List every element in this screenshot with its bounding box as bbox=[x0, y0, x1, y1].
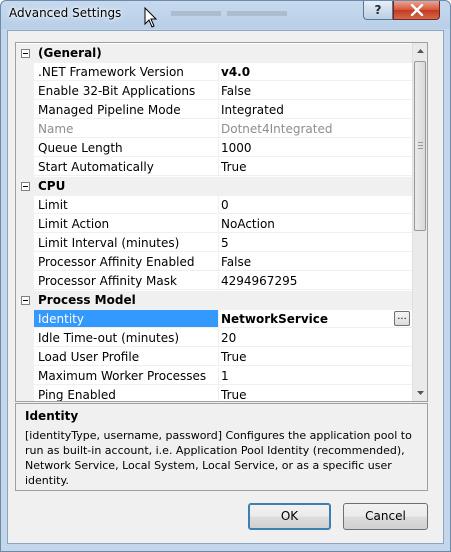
row-margin bbox=[16, 196, 34, 215]
close-button[interactable] bbox=[393, 1, 440, 20]
category-header[interactable]: (General) bbox=[16, 44, 412, 63]
description-panel: Identity [identityType, username, passwo… bbox=[15, 403, 428, 491]
ok-button[interactable]: OK bbox=[248, 503, 331, 530]
property-grid[interactable]: (General) .NET Framework Version v4.0 Enabl… bbox=[15, 42, 428, 402]
property-grid-rows: (General) .NET Framework Version v4.0 Enabl… bbox=[16, 43, 412, 401]
property-row[interactable]: Identity NetworkService... bbox=[16, 310, 412, 329]
title-bar[interactable]: Advanced Settings ? bbox=[1, 1, 450, 29]
property-name[interactable]: Identity bbox=[34, 310, 219, 328]
row-margin bbox=[16, 215, 34, 234]
row-margin bbox=[16, 253, 34, 272]
property-row[interactable]: Processor Affinity Mask 4294967295 bbox=[16, 272, 412, 291]
category-header[interactable]: CPU bbox=[16, 177, 412, 196]
property-row[interactable]: Start Automatically True bbox=[16, 158, 412, 177]
property-name[interactable]: Limit Action bbox=[34, 215, 219, 233]
property-value[interactable]: False bbox=[219, 82, 412, 100]
cancel-button[interactable]: Cancel bbox=[343, 503, 428, 530]
property-row[interactable]: Idle Time-out (minutes) 20 bbox=[16, 329, 412, 348]
property-row[interactable]: .NET Framework Version v4.0 bbox=[16, 63, 412, 82]
collapse-icon[interactable] bbox=[21, 49, 30, 58]
collapse-icon[interactable] bbox=[21, 296, 30, 305]
browse-ellipsis-button[interactable]: ... bbox=[394, 311, 410, 326]
mouse-cursor-icon bbox=[144, 7, 158, 28]
property-name[interactable]: Name bbox=[34, 120, 219, 138]
property-name[interactable]: Limit bbox=[34, 196, 219, 214]
property-row[interactable]: Processor Affinity Enabled False bbox=[16, 253, 412, 272]
property-value[interactable]: 4294967295 bbox=[219, 272, 412, 290]
property-name[interactable]: Idle Time-out (minutes) bbox=[34, 329, 219, 347]
property-value[interactable]: Dotnet4Integrated bbox=[219, 120, 412, 138]
category-label: (General) bbox=[38, 46, 102, 60]
property-value[interactable]: 0 bbox=[219, 196, 412, 214]
property-value[interactable]: 1 bbox=[219, 367, 412, 385]
row-margin bbox=[16, 329, 34, 348]
row-margin bbox=[16, 158, 34, 177]
row-margin bbox=[16, 348, 34, 367]
scroll-down-arrow-icon[interactable] bbox=[413, 385, 428, 401]
row-margin bbox=[16, 139, 34, 158]
description-text: [identityType, username, password] Confi… bbox=[25, 429, 412, 487]
background-title-ghost bbox=[171, 11, 287, 16]
property-value[interactable]: 1000 bbox=[219, 139, 412, 157]
property-row[interactable]: Ping Enabled True bbox=[16, 386, 412, 401]
property-value[interactable]: True bbox=[219, 386, 412, 401]
property-name[interactable]: Managed Pipeline Mode bbox=[34, 101, 219, 119]
property-value[interactable]: v4.0 bbox=[219, 63, 412, 81]
scroll-up-arrow-icon[interactable] bbox=[413, 43, 428, 59]
property-value[interactable]: True bbox=[219, 158, 412, 176]
property-name[interactable]: Enable 32-Bit Applications bbox=[34, 82, 219, 100]
row-margin bbox=[16, 367, 34, 386]
category-label: CPU bbox=[38, 179, 66, 193]
property-value[interactable]: NetworkService bbox=[219, 310, 412, 328]
collapse-icon[interactable] bbox=[21, 182, 30, 191]
property-name[interactable]: Load User Profile bbox=[34, 348, 219, 366]
property-name[interactable]: Limit Interval (minutes) bbox=[34, 234, 219, 252]
property-value[interactable]: False bbox=[219, 253, 412, 271]
advanced-settings-dialog: Advanced Settings ? (General) .NET Framew… bbox=[0, 0, 451, 552]
row-margin bbox=[16, 310, 34, 329]
property-row[interactable]: Maximum Worker Processes 1 bbox=[16, 367, 412, 386]
property-name[interactable]: Maximum Worker Processes bbox=[34, 367, 219, 385]
property-value[interactable]: NoAction bbox=[219, 215, 412, 233]
property-name[interactable]: .NET Framework Version bbox=[34, 63, 219, 81]
property-row[interactable]: Enable 32-Bit Applications False bbox=[16, 82, 412, 101]
row-margin bbox=[16, 63, 34, 82]
property-row[interactable]: Limit Action NoAction bbox=[16, 215, 412, 234]
property-row[interactable]: Limit 0 bbox=[16, 196, 412, 215]
category-header[interactable]: Process Model bbox=[16, 291, 412, 310]
property-name[interactable]: Start Automatically bbox=[34, 158, 219, 176]
property-name[interactable]: Processor Affinity Enabled bbox=[34, 253, 219, 271]
row-margin bbox=[16, 120, 34, 139]
property-row[interactable]: Limit Interval (minutes) 5 bbox=[16, 234, 412, 253]
category-label: Process Model bbox=[38, 293, 136, 307]
property-name[interactable]: Ping Enabled bbox=[34, 386, 219, 401]
window-title: Advanced Settings bbox=[9, 6, 122, 20]
description-title: Identity bbox=[25, 409, 79, 423]
property-value[interactable]: Integrated bbox=[219, 101, 412, 119]
property-row[interactable]: Name Dotnet4Integrated bbox=[16, 120, 412, 139]
row-margin bbox=[16, 82, 34, 101]
close-icon bbox=[410, 4, 424, 16]
scroll-thumb[interactable] bbox=[414, 61, 426, 231]
property-name[interactable]: Queue Length bbox=[34, 139, 219, 157]
row-margin bbox=[16, 272, 34, 291]
property-row[interactable]: Managed Pipeline Mode Integrated bbox=[16, 101, 412, 120]
property-row[interactable]: Load User Profile True bbox=[16, 348, 412, 367]
property-value[interactable]: 20 bbox=[219, 329, 412, 347]
vertical-scrollbar[interactable] bbox=[412, 43, 427, 401]
help-button[interactable]: ? bbox=[363, 1, 393, 20]
property-name[interactable]: Processor Affinity Mask bbox=[34, 272, 219, 290]
property-value[interactable]: 5 bbox=[219, 234, 412, 252]
property-row[interactable]: Queue Length 1000 bbox=[16, 139, 412, 158]
row-margin bbox=[16, 234, 34, 253]
row-margin bbox=[16, 101, 34, 120]
row-margin bbox=[16, 386, 34, 401]
property-value[interactable]: True bbox=[219, 348, 412, 366]
